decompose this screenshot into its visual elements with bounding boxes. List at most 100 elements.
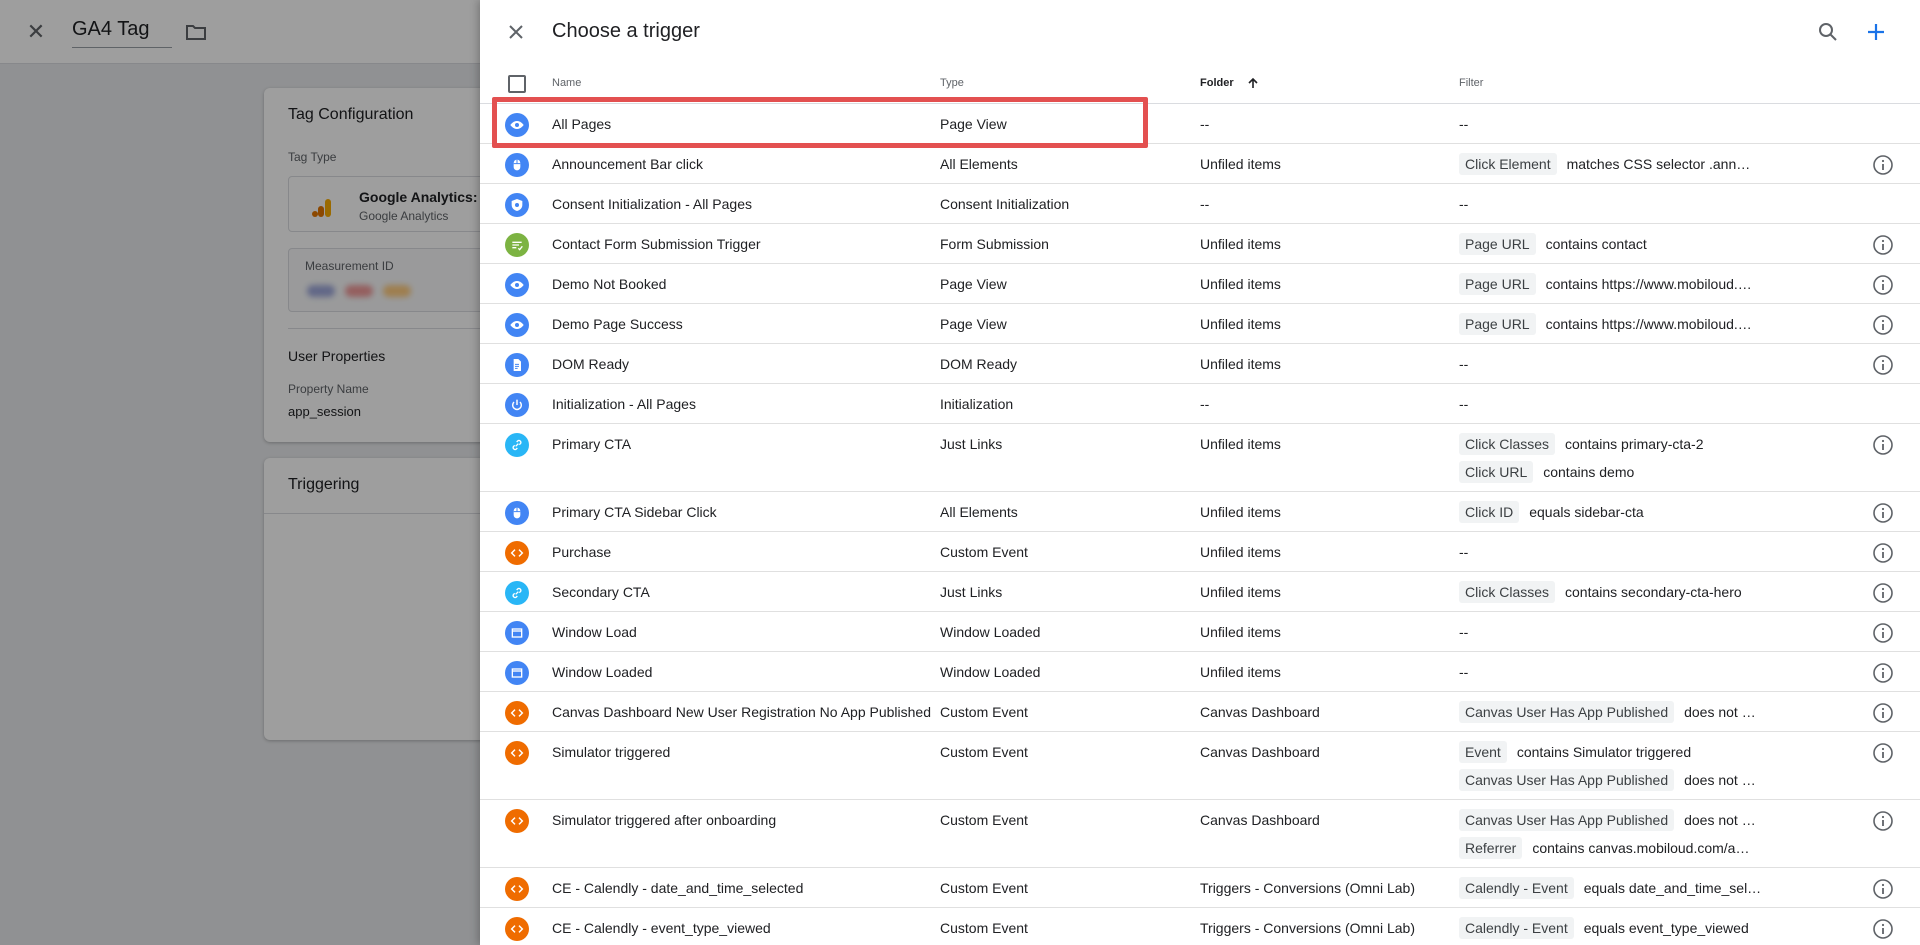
filter-condition: Click ID equals sidebar-cta [1459,501,1644,523]
filter-empty: -- [1459,624,1469,640]
trigger-name[interactable]: Primary CTA [552,436,631,452]
trigger-name[interactable]: Initialization - All Pages [552,396,696,412]
power-icon [505,393,529,417]
info-icon[interactable] [1872,622,1894,644]
table-row[interactable]: Window Load Window Loaded Unfiled items -- [480,612,1920,652]
table-row[interactable]: Demo Not Booked Page View Unfiled items Pa… [480,264,1920,304]
table-row[interactable]: CE - Calendly - event_type_viewed Custom … [480,908,1920,945]
table-row[interactable]: Purchase Custom Event Unfiled items -- [480,532,1920,572]
trigger-name[interactable]: Purchase [552,544,611,560]
trigger-name[interactable]: All Pages [552,116,611,132]
info-icon[interactable] [1872,234,1894,256]
info-icon[interactable] [1872,582,1894,604]
info-icon[interactable] [1872,742,1894,764]
info-icon[interactable] [1872,502,1894,524]
trigger-type: Custom Event [940,812,1028,828]
trigger-name[interactable]: Window Load [552,624,637,640]
trigger-type: All Elements [940,156,1018,172]
filter-value: contains Simulator triggered [1516,744,1692,760]
trigger-name[interactable]: Simulator triggered [552,744,670,760]
filter-variable-chip: Click Classes [1459,433,1556,455]
filter-value: contains https://www.mobiloud.… [1545,276,1752,292]
filter-value: contains contact [1545,236,1647,252]
trigger-folder: Triggers - Conversions (Omni Lab) [1200,880,1415,896]
trigger-list: All Pages Page View -- -- Announcement Bar c… [480,104,1920,945]
table-row[interactable]: DOM Ready DOM Ready Unfiled items -- [480,344,1920,384]
trigger-name[interactable]: CE - Calendly - date_and_time_selected [552,880,803,896]
trigger-name[interactable]: Consent Initialization - All Pages [552,196,752,212]
info-icon[interactable] [1872,354,1894,376]
info-icon[interactable] [1872,918,1894,940]
filter-variable-chip: Click ID [1459,501,1520,523]
table-row[interactable]: Primary CTA Sidebar Click All Elements Unf… [480,492,1920,532]
table-row[interactable]: Window Loaded Window Loaded Unfiled items -… [480,652,1920,692]
filter-value: equals sidebar-cta [1529,504,1644,520]
form-icon [505,233,529,257]
trigger-type: DOM Ready [940,356,1018,372]
link-icon [505,433,529,457]
trigger-name[interactable]: Secondary CTA [552,584,650,600]
filter-value: equals event_type_viewed [1583,920,1749,936]
table-row[interactable]: All Pages Page View -- -- [480,104,1920,144]
column-header-type[interactable]: Type [940,77,964,89]
filter-variable-chip: Click Classes [1459,581,1556,603]
column-header-filter[interactable]: Filter [1459,77,1483,89]
filter-value: matches CSS selector .ann… [1566,156,1751,172]
filter-empty: -- [1459,196,1469,212]
column-header-folder[interactable]: Folder [1200,77,1234,89]
filter-empty: -- [1459,116,1469,132]
table-row[interactable]: Primary CTA Just Links Unfiled items Click… [480,424,1920,492]
trigger-name[interactable]: Primary CTA Sidebar Click [552,504,717,520]
info-icon[interactable] [1872,314,1894,336]
filter-variable-chip: Calendly - Event [1459,917,1574,939]
table-row[interactable]: Demo Page Success Page View Unfiled items … [480,304,1920,344]
filter-variable-chip: Canvas User Has App Published [1459,769,1675,791]
trigger-type: All Elements [940,504,1018,520]
table-row[interactable]: Contact Form Submission Trigger Form Subm… [480,224,1920,264]
filter-value: does not … [1684,704,1756,720]
trigger-name[interactable]: Window Loaded [552,664,652,680]
info-icon[interactable] [1872,662,1894,684]
sort-ascending-icon[interactable] [1246,76,1260,90]
table-row[interactable]: Announcement Bar click All Elements Unfile… [480,144,1920,184]
table-row[interactable]: Secondary CTA Just Links Unfiled items Cli… [480,572,1920,612]
trigger-name[interactable]: Canvas Dashboard New User Registration N… [552,704,931,720]
trigger-name[interactable]: Simulator triggered after onboarding [552,812,776,828]
table-row[interactable]: Simulator triggered Custom Event Canvas Da… [480,732,1920,800]
info-icon[interactable] [1872,154,1894,176]
table-row[interactable]: Canvas Dashboard New User Registration N… [480,692,1920,732]
filter-variable-chip: Click Element [1459,153,1557,175]
trigger-name[interactable]: DOM Ready [552,356,629,372]
trigger-name[interactable]: Demo Page Success [552,316,683,332]
table-row[interactable]: CE - Calendly - date_and_time_selected Cu… [480,868,1920,908]
modal-scrim[interactable] [0,0,480,945]
info-icon[interactable] [1872,878,1894,900]
info-icon[interactable] [1872,810,1894,832]
info-icon[interactable] [1872,434,1894,456]
select-all-checkbox[interactable] [508,75,526,93]
eye-icon [505,313,529,337]
trigger-name[interactable]: CE - Calendly - event_type_viewed [552,920,771,936]
table-row[interactable]: Simulator triggered after onboarding Cust… [480,800,1920,868]
add-icon[interactable] [1864,20,1888,44]
eye-icon [505,113,529,137]
filter-variable-chip: Canvas User Has App Published [1459,701,1675,723]
info-icon[interactable] [1872,702,1894,724]
table-row[interactable]: Initialization - All Pages Initialization… [480,384,1920,424]
table-row[interactable]: Consent Initialization - All Pages Consen… [480,184,1920,224]
column-header-name[interactable]: Name [552,77,581,89]
trigger-folder: Unfiled items [1200,504,1281,520]
info-icon[interactable] [1872,542,1894,564]
trigger-name[interactable]: Announcement Bar click [552,156,703,172]
trigger-type: Page View [940,276,1007,292]
link-icon [505,581,529,605]
search-icon[interactable] [1816,20,1840,44]
code-icon [505,701,529,725]
close-icon[interactable] [504,20,528,44]
window-icon [505,661,529,685]
trigger-name[interactable]: Contact Form Submission Trigger [552,236,761,252]
trigger-name[interactable]: Demo Not Booked [552,276,666,292]
info-icon[interactable] [1872,274,1894,296]
trigger-folder: Unfiled items [1200,584,1281,600]
trigger-type: Just Links [940,436,1003,452]
